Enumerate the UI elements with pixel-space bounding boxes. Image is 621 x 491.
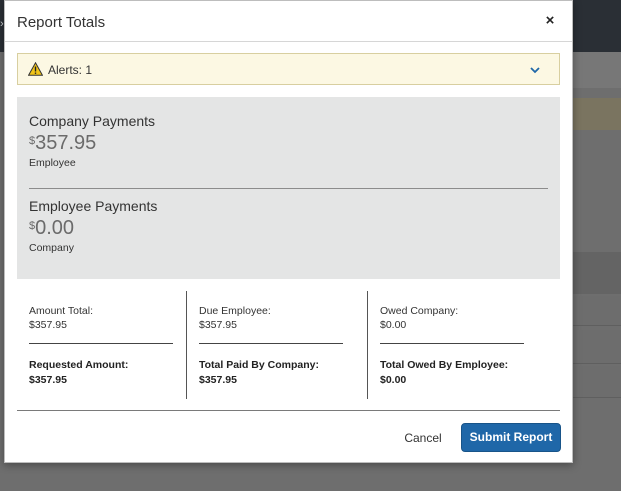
background-row bbox=[571, 366, 621, 398]
company-payments-amount: $357.95 bbox=[29, 132, 155, 155]
report-totals-modal: Report Totals × Alerts: 1 Company Paymen… bbox=[4, 0, 573, 463]
employee-payments-amount: $0.00 bbox=[29, 217, 157, 240]
column-divider bbox=[380, 343, 524, 344]
alerts-expander[interactable]: Alerts: 1 bbox=[17, 53, 560, 85]
currency-symbol: $ bbox=[29, 220, 36, 232]
amount-total-column: Amount Total: $357.95 Requested Amount: … bbox=[17, 291, 198, 399]
background-alert-row bbox=[571, 98, 621, 130]
total-owed-by-employee-value: $0.00 bbox=[380, 374, 407, 386]
amount-value: 357.95 bbox=[35, 132, 97, 154]
employee-payments-subtitle: Company bbox=[29, 242, 74, 254]
close-icon: × bbox=[545, 12, 555, 29]
currency-symbol: $ bbox=[29, 135, 36, 147]
due-employee-column: Due Employee: $357.95 Total Paid By Comp… bbox=[186, 291, 367, 399]
company-payments-title: Company Payments bbox=[29, 113, 156, 129]
chevron-down-icon bbox=[530, 67, 540, 74]
owed-company-column: Owed Company: $0.00 Total Owed By Employ… bbox=[367, 291, 548, 399]
column-divider bbox=[29, 343, 173, 344]
background-row bbox=[571, 252, 621, 294]
background-row bbox=[571, 330, 621, 364]
amount-total-value: $357.95 bbox=[29, 319, 67, 331]
owed-company-label: Owed Company: bbox=[380, 305, 459, 317]
due-employee-value: $357.95 bbox=[199, 319, 237, 331]
footer-divider bbox=[17, 410, 560, 411]
submit-report-button[interactable]: Submit Report bbox=[461, 423, 561, 452]
warning-triangle-icon bbox=[28, 62, 43, 76]
close-button[interactable]: × bbox=[542, 13, 558, 29]
employee-payments-title: Employee Payments bbox=[29, 198, 158, 214]
totals-summary: Amount Total: $357.95 Requested Amount: … bbox=[17, 291, 560, 399]
background-row bbox=[571, 296, 621, 326]
company-payments-subtitle: Employee bbox=[29, 157, 76, 169]
column-divider bbox=[199, 343, 343, 344]
total-paid-by-company-label: Total Paid By Company: bbox=[199, 359, 319, 371]
company-payments-block: Company Payments $357.95 Employee bbox=[29, 113, 155, 169]
owed-company-value: $0.00 bbox=[380, 319, 407, 331]
due-employee-label: Due Employee: bbox=[199, 305, 271, 317]
payments-divider bbox=[29, 188, 548, 189]
amount-value: 0.00 bbox=[35, 217, 75, 239]
payments-panel: Company Payments $357.95 Employee Employ… bbox=[17, 97, 560, 279]
modal-header: Report Totals × bbox=[5, 1, 572, 42]
requested-amount-value: $357.95 bbox=[29, 374, 67, 386]
total-paid-by-company-value: $357.95 bbox=[199, 374, 237, 386]
employee-payments-block: Employee Payments $0.00 Company bbox=[29, 198, 157, 254]
alerts-label: Alerts: 1 bbox=[48, 63, 93, 77]
background-row bbox=[571, 52, 621, 88]
total-owed-by-employee-label: Total Owed By Employee: bbox=[380, 359, 509, 371]
modal-title: Report Totals bbox=[17, 14, 106, 31]
requested-amount-label: Requested Amount: bbox=[29, 359, 129, 371]
cancel-button[interactable]: Cancel bbox=[393, 425, 453, 451]
amount-total-label: Amount Total: bbox=[29, 305, 94, 317]
